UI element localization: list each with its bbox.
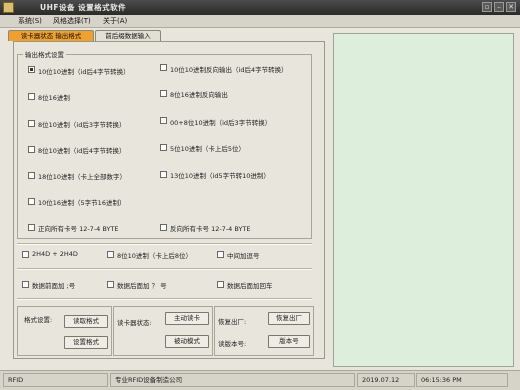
option-label: 数据后面加回车	[227, 282, 273, 290]
menu-system[interactable]: 系统(S)	[18, 16, 42, 26]
option-checkbox[interactable]	[28, 66, 35, 73]
active-read-button[interactable]: 主动读卡	[165, 312, 209, 325]
option-label: 8位10进制（id后3字节转换）	[38, 121, 126, 129]
set-format-button[interactable]: 设置格式	[64, 336, 108, 349]
option-checkbox[interactable]	[28, 172, 35, 179]
menu-style[interactable]: 风格选择(T)	[53, 16, 91, 26]
version-label: 读版本号:	[218, 340, 247, 348]
restore-factory-button[interactable]: 恢复出厂	[268, 312, 310, 325]
window-title: UHF设备 设置格式软件	[40, 3, 127, 12]
status-time: 06:15:36 PM	[416, 373, 508, 387]
divider	[17, 268, 312, 270]
version-button[interactable]: 版本号	[268, 335, 310, 348]
option-checkbox[interactable]	[217, 281, 224, 288]
option-checkbox[interactable]	[107, 281, 114, 288]
format-label: 格式设置:	[24, 316, 53, 324]
option-checkbox[interactable]	[28, 198, 35, 205]
option-checkbox[interactable]	[160, 117, 167, 124]
status-bar: RFID 专业RFID设备制造公司 2019.07.12 06:15:36 PM	[0, 370, 520, 390]
option-checkbox[interactable]	[28, 224, 35, 231]
option-label: 00+8位10进制（id后3字节转换）	[170, 119, 272, 127]
option-label: 数据后面加 ？ 号	[117, 282, 167, 290]
minimize-icon[interactable]: –	[494, 2, 504, 12]
status-app-name: RFID	[3, 373, 108, 387]
option-label: 中间加逗号	[227, 252, 260, 260]
option-label: 数据前面加 ;号	[32, 282, 76, 290]
option-checkbox[interactable]	[28, 120, 35, 127]
output-group-title: 输出格式设置	[23, 49, 66, 59]
restore-icon[interactable]: ▫	[482, 2, 492, 12]
close-icon[interactable]: ✕	[506, 2, 516, 12]
option-checkbox[interactable]	[22, 281, 29, 288]
status-company: 专业RFID设备制造公司	[110, 373, 355, 387]
option-label: 10位10进制反向输出（id后4字节转换）	[170, 66, 288, 74]
tab-output-format[interactable]: 读卡器状态 输出格式	[8, 30, 94, 41]
option-checkbox[interactable]	[160, 144, 167, 151]
option-label: 2H4D + 2H4D	[32, 250, 78, 258]
passive-mode-button[interactable]: 被动模式	[165, 335, 209, 348]
option-label: 8位16进制反向输出	[170, 91, 228, 99]
restore-label: 恢复出厂:	[218, 318, 247, 326]
option-checkbox[interactable]	[28, 146, 35, 153]
menu-bar: 系统(S) 风格选择(T) 关于(A)	[0, 15, 520, 28]
app-icon	[3, 2, 14, 13]
status-date: 2019.07.12	[357, 373, 415, 387]
option-checkbox[interactable]	[22, 251, 29, 258]
option-label: 8位10进制（卡上后8位）	[117, 252, 193, 260]
option-label: 13位10进制（id5字节转10进制）	[170, 172, 270, 180]
option-label: 5位10进制（卡上后5位）	[170, 145, 246, 153]
option-label: 反向所有卡号 12-7-4 BYTE	[170, 225, 251, 233]
read-format-button[interactable]: 读取格式	[64, 315, 108, 328]
option-checkbox[interactable]	[160, 90, 167, 97]
option-checkbox[interactable]	[160, 224, 167, 231]
title-bar: UHF设备 设置格式软件 ▫ – ✕	[0, 0, 520, 15]
option-checkbox[interactable]	[107, 251, 114, 258]
option-checkbox[interactable]	[28, 93, 35, 100]
option-label: 正向所有卡号 12-7-4 BYTE	[38, 225, 119, 233]
tab-prefix-suffix[interactable]: 前后缀数据输入	[95, 30, 161, 41]
option-label: 10位10进制（id后4字节转换）	[38, 68, 130, 76]
option-checkbox[interactable]	[160, 171, 167, 178]
output-display-area[interactable]	[333, 33, 514, 367]
divider	[17, 298, 312, 300]
option-checkbox[interactable]	[160, 64, 167, 71]
divider	[17, 243, 312, 245]
menu-about[interactable]: 关于(A)	[103, 16, 127, 26]
option-label: 10位16进制（5字节16进制）	[38, 199, 126, 207]
reader-status-label: 读卡器状态:	[117, 319, 152, 327]
option-label: 8位10进制（id后4字节转换）	[38, 147, 126, 155]
option-checkbox[interactable]	[217, 251, 224, 258]
option-label: 8位16进制	[38, 94, 70, 102]
option-label: 18位10进制（卡上全部数字）	[38, 173, 127, 181]
